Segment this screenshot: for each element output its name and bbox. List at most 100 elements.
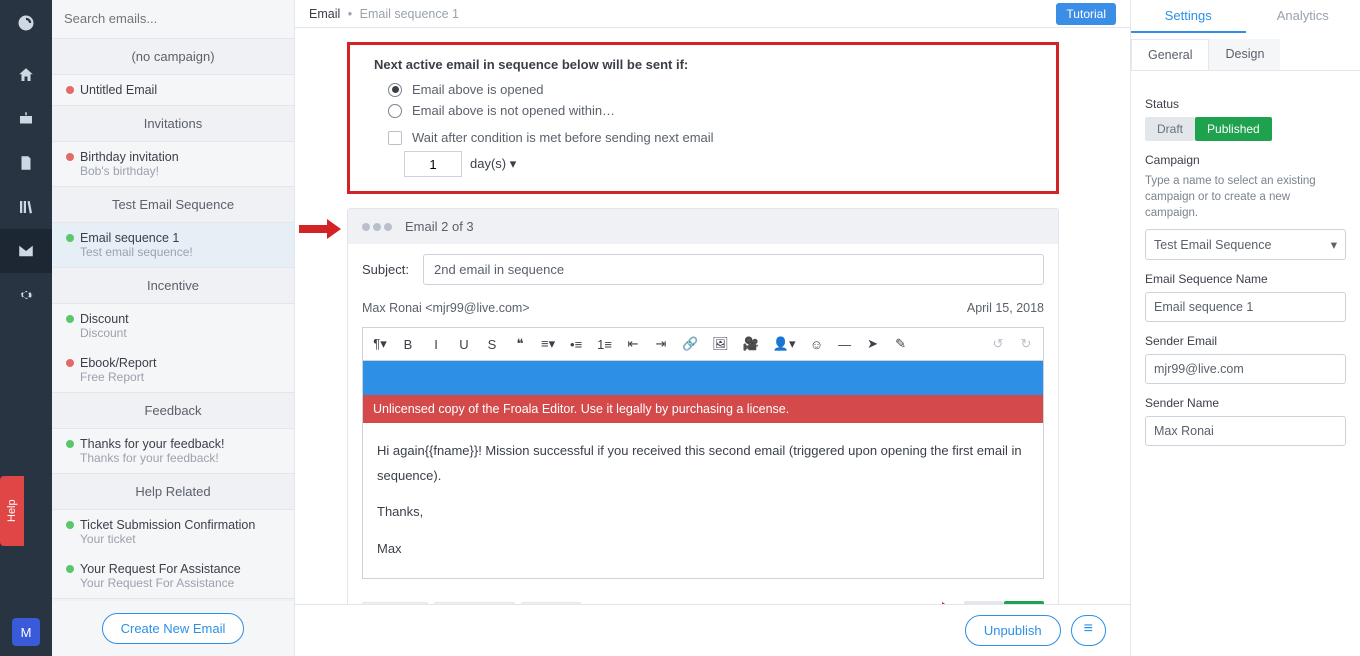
toolbar-button[interactable]: 🔗: [682, 336, 698, 352]
toolbar-button[interactable]: ✎: [894, 336, 908, 352]
bottom-bar: Unpublish ≡: [295, 604, 1130, 656]
toolbar-button[interactable]: ¶▾: [373, 336, 387, 352]
status-dot-icon: [66, 521, 74, 529]
status-draft[interactable]: Draft: [1145, 117, 1195, 141]
toolbar-button[interactable]: ➤: [866, 336, 880, 352]
tab-analytics[interactable]: Analytics: [1246, 0, 1360, 33]
status-toggle[interactable]: Draft Published: [1145, 117, 1346, 141]
move-down-button[interactable]: move down: [434, 602, 515, 604]
toggle-on[interactable]: On: [1004, 601, 1044, 604]
tab-settings[interactable]: Settings: [1131, 0, 1246, 33]
status-published[interactable]: Published: [1195, 117, 1272, 141]
nav-bots[interactable]: [0, 97, 52, 141]
app-logo: [17, 6, 35, 53]
nav-library[interactable]: [0, 185, 52, 229]
rich-editor: ¶▾ BIUS ❝ ≡▾ •≡ 1≡ ⇤ ⇥ 🔗 🖼 🎥 👤▾ ☺ — ➤ ✎ ↺ ↻ Unlicensed co…: [362, 327, 1044, 579]
radio-opened[interactable]: Email above is opened: [388, 82, 1032, 97]
user-avatar[interactable]: M: [12, 618, 40, 646]
wait-unit-dropdown[interactable]: day(s) ▾: [470, 156, 516, 172]
toolbar-button[interactable]: —: [838, 337, 852, 352]
subtab-design[interactable]: Design: [1209, 39, 1280, 70]
toggle-off[interactable]: Off: [964, 601, 1004, 604]
sidebar-group-header: Feedback: [52, 392, 294, 429]
toolbar-button[interactable]: U: [457, 337, 471, 352]
sidebar-item[interactable]: DiscountDiscount: [52, 304, 294, 348]
annotation-arrow-icon: [914, 601, 956, 604]
move-up-button[interactable]: move up: [362, 602, 428, 604]
checkbox-icon: [388, 131, 402, 145]
toolbar-button[interactable]: 🎥: [743, 336, 759, 352]
sidebar-item[interactable]: Ebook/ReportFree Report: [52, 348, 294, 392]
toolbar-button[interactable]: ❝: [513, 336, 527, 352]
create-email-button[interactable]: Create New Email: [102, 613, 245, 644]
sidebar-item[interactable]: Ticket Submission ConfirmationYour ticke…: [52, 510, 294, 554]
toolbar-button[interactable]: 1≡: [597, 337, 612, 352]
toolbar-button[interactable]: ↻: [1019, 336, 1033, 352]
wait-checkbox-row[interactable]: Wait after condition is met before sendi…: [388, 130, 1032, 145]
tutorial-button[interactable]: Tutorial: [1056, 3, 1116, 25]
toolbar-button[interactable]: B: [401, 337, 415, 352]
search-input[interactable]: [64, 11, 282, 26]
email-card: Email 2 of 3 Subject: Max Ronai <mjr99@l…: [347, 208, 1059, 604]
email-sidebar: (no campaign)Untitled EmailInvitationsBi…: [52, 0, 295, 656]
editor-toolbar: ¶▾ BIUS ❝ ≡▾ •≡ 1≡ ⇤ ⇥ 🔗 🖼 🎥 👤▾ ☺ — ➤ ✎ ↺ ↻: [363, 328, 1043, 361]
sender-name-input[interactable]: [1145, 416, 1346, 446]
status-dot-icon: [66, 359, 74, 367]
subject-input[interactable]: [423, 254, 1044, 285]
seqname-input[interactable]: [1145, 292, 1346, 322]
nav-email[interactable]: [0, 229, 52, 273]
email-position-label: Email 2 of 3: [405, 219, 474, 234]
from-label: Max Ronai <mjr99@live.com>: [362, 301, 530, 315]
crumb-entity: Email: [309, 7, 340, 21]
sidebar-group-header: (no campaign): [52, 38, 294, 75]
sidebar-item[interactable]: Thanks for your feedback!Thanks for your…: [52, 429, 294, 473]
license-banner: Unlicensed copy of the Froala Editor. Us…: [363, 395, 1043, 423]
subject-label: Subject:: [362, 262, 409, 277]
sidebar-group-header: Test Email Sequence: [52, 186, 294, 223]
unpublish-button[interactable]: Unpublish: [965, 615, 1061, 646]
sidebar-item[interactable]: Birthday invitationBob's birthday!: [52, 142, 294, 186]
toolbar-button[interactable]: 👤▾: [773, 336, 796, 352]
help-tab[interactable]: Help: [0, 476, 24, 546]
sidebar-item[interactable]: Untitled Email: [52, 75, 294, 105]
sidebar-item[interactable]: Email sequence 1Test email sequence!: [52, 223, 294, 267]
toolbar-button[interactable]: •≡: [569, 337, 583, 352]
editor-selection-band: [363, 361, 1043, 395]
editor-body[interactable]: Hi again{{fname}}! Mission successful if…: [363, 423, 1043, 578]
nav-settings[interactable]: [0, 273, 52, 317]
campaign-select[interactable]: Test Email Sequence▾: [1145, 229, 1346, 260]
more-menu-button[interactable]: ≡: [1071, 615, 1106, 646]
status-dot-icon: [66, 315, 74, 323]
radio-icon: [388, 83, 402, 97]
toolbar-button[interactable]: ⇤: [626, 336, 640, 352]
nav-rail: Help M: [0, 0, 52, 656]
condition-heading: Next active email in sequence below will…: [374, 57, 1032, 72]
sidebar-item[interactable]: Your Request For AssistanceYour Request …: [52, 554, 294, 598]
toolbar-button[interactable]: ↺: [991, 336, 1005, 352]
annotation-arrow-icon: [299, 218, 341, 245]
toolbar-button[interactable]: ≡▾: [541, 336, 555, 352]
settings-panel: Settings Analytics General Design Status…: [1130, 0, 1360, 656]
nav-pages[interactable]: [0, 141, 52, 185]
on-off-toggle[interactable]: Off On: [964, 601, 1044, 604]
sender-email-input[interactable]: [1145, 354, 1346, 384]
remove-button[interactable]: remove: [521, 602, 581, 604]
condition-box: Next active email in sequence below will…: [347, 42, 1059, 194]
toolbar-button[interactable]: ☺: [810, 337, 824, 352]
toolbar-button[interactable]: 🖼: [712, 336, 729, 352]
status-label: Status: [1145, 97, 1346, 111]
drag-handle-icon[interactable]: [362, 219, 395, 234]
toolbar-button[interactable]: I: [429, 337, 443, 352]
nav-home[interactable]: [0, 53, 52, 97]
toolbar-button[interactable]: ⇥: [654, 336, 668, 352]
status-dot-icon: [66, 440, 74, 448]
wait-days-input[interactable]: [404, 151, 462, 177]
toolbar-button[interactable]: S: [485, 337, 499, 352]
sidebar-group-header: Invitations: [52, 105, 294, 142]
subtab-general[interactable]: General: [1131, 39, 1209, 70]
status-dot-icon: [66, 234, 74, 242]
date-label: April 15, 2018: [967, 301, 1044, 315]
radio-not-opened[interactable]: Email above is not opened within…: [388, 103, 1032, 118]
seqname-label: Email Sequence Name: [1145, 272, 1346, 286]
sidebar-group-header: Incentive: [52, 267, 294, 304]
